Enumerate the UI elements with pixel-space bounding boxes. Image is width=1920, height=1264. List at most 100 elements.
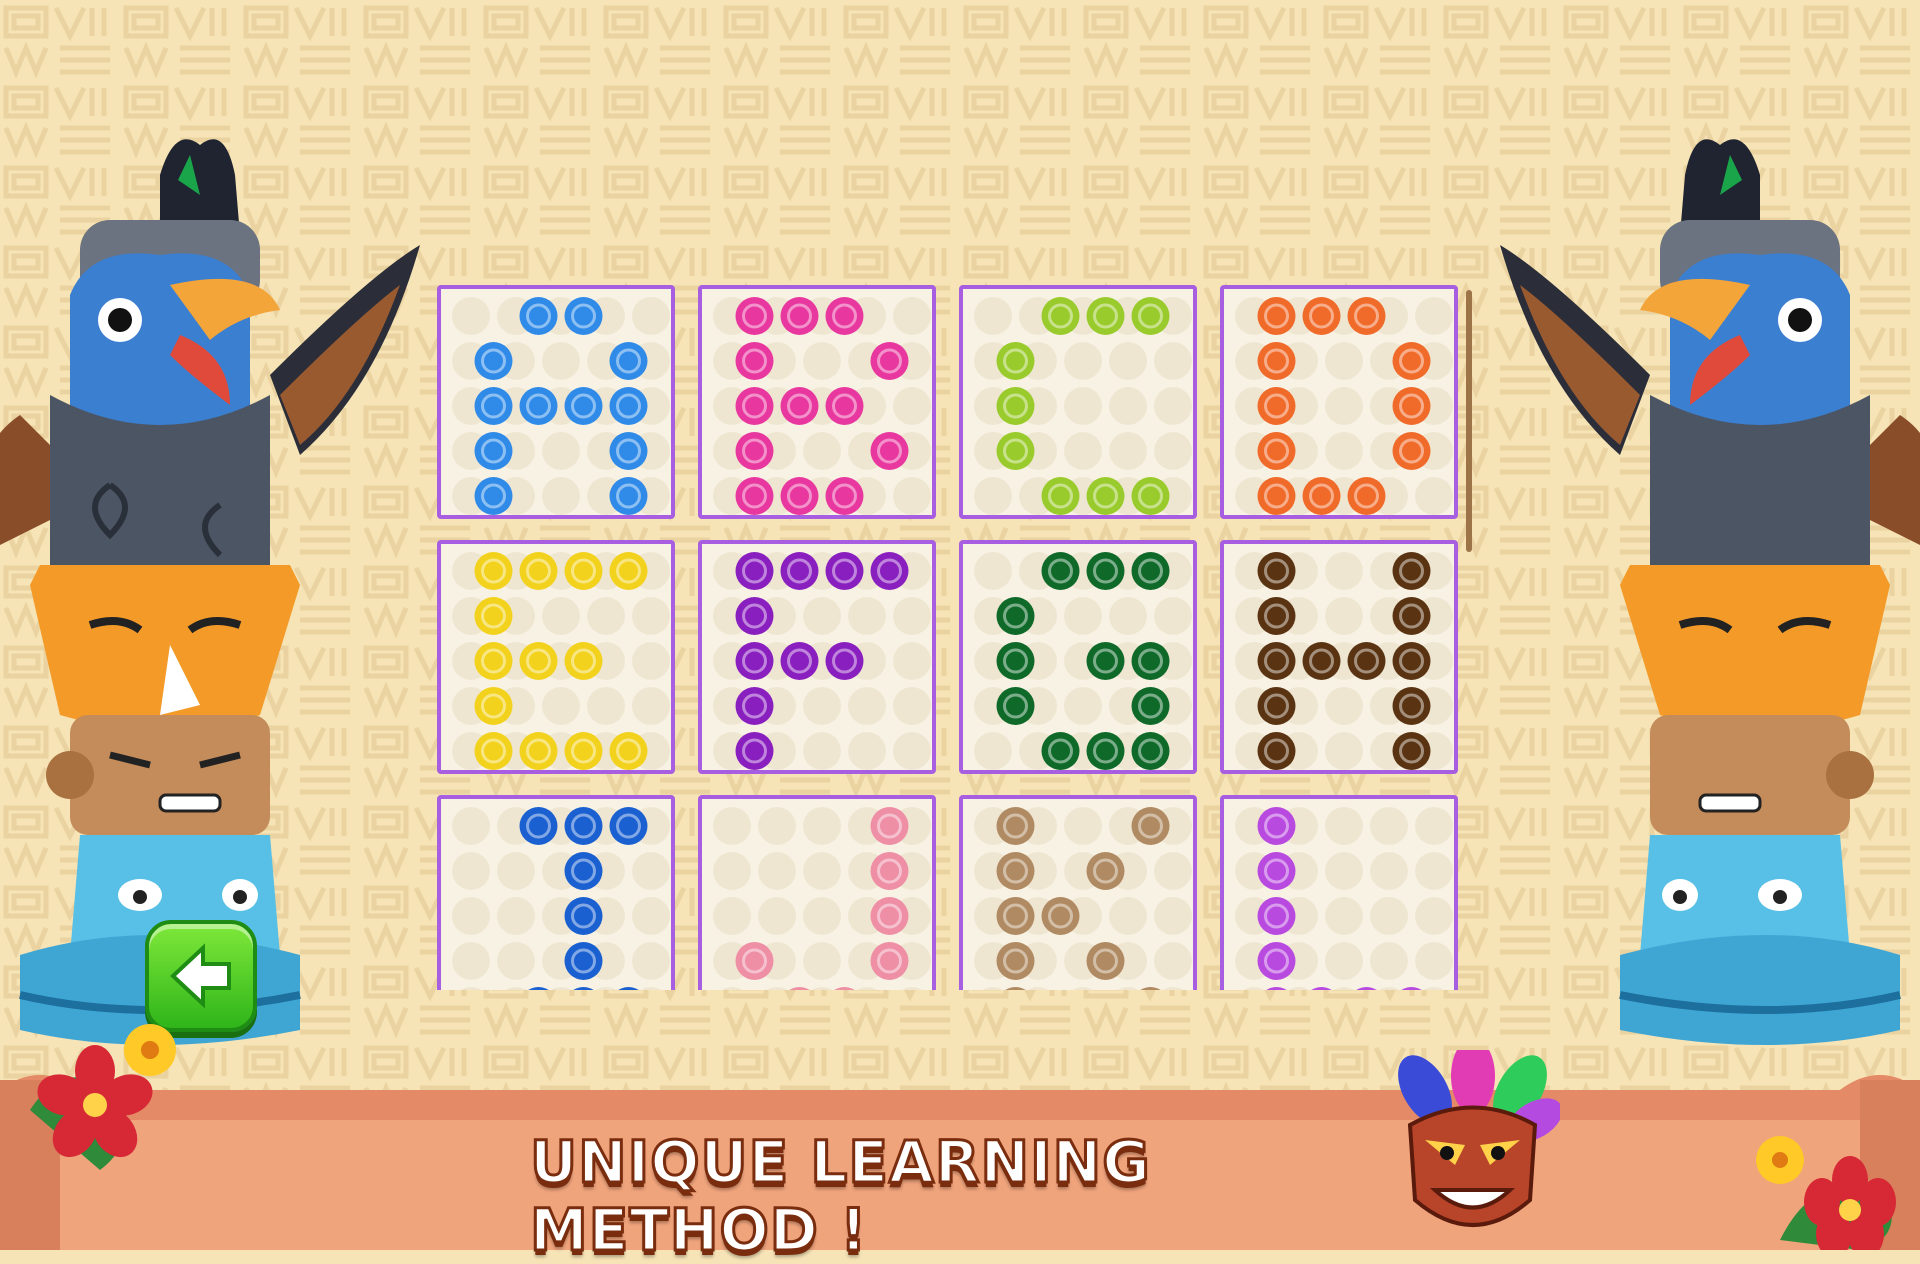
letter-dot — [1257, 597, 1296, 635]
letter-dot — [1131, 687, 1170, 725]
hibiscus-flower-icon — [1756, 1136, 1896, 1250]
letter-card-j[interactable] — [698, 795, 936, 990]
letter-dot — [564, 732, 603, 770]
letter-dot — [1131, 297, 1170, 335]
letter-dot — [1392, 342, 1431, 380]
letter-dot — [1257, 687, 1296, 725]
letter-card-h[interactable] — [1220, 540, 1458, 774]
letter-dot — [996, 687, 1035, 725]
letter-dot — [735, 477, 774, 515]
letter-dot — [735, 432, 774, 470]
letter-card-c[interactable] — [959, 285, 1197, 519]
letter-dot — [1257, 342, 1296, 380]
letter-dot — [1257, 387, 1296, 425]
letter-dot — [735, 552, 774, 590]
letter-dot — [519, 807, 558, 845]
letter-dot — [870, 942, 909, 980]
letter-dot — [735, 942, 774, 980]
letter-dot — [870, 897, 909, 935]
letter-dot — [1041, 897, 1080, 935]
letter-dot — [519, 642, 558, 680]
letter-dot — [780, 387, 819, 425]
letter-dot — [1257, 942, 1296, 980]
tiki-mask-icon — [1398, 1050, 1560, 1227]
letter-dot — [1347, 477, 1386, 515]
letter-dot — [474, 342, 513, 380]
letter-dot — [1086, 297, 1125, 335]
letter-dot — [474, 432, 513, 470]
letter-dot — [474, 387, 513, 425]
letter-dot — [825, 297, 864, 335]
letter-card-b[interactable] — [698, 285, 936, 519]
letter-dot — [1392, 732, 1431, 770]
letter-card-g[interactable] — [959, 540, 1197, 774]
letter-dot — [1131, 807, 1170, 845]
letter-dot — [735, 732, 774, 770]
letter-dot — [1041, 732, 1080, 770]
letter-dot — [609, 477, 648, 515]
letter-dot — [996, 897, 1035, 935]
letter-dot — [870, 342, 909, 380]
letter-card-k[interactable] — [959, 795, 1197, 990]
letter-card-i[interactable] — [437, 795, 675, 990]
letter-dot — [996, 642, 1035, 680]
letter-dot — [609, 432, 648, 470]
letter-dot — [1257, 732, 1296, 770]
letter-dot — [780, 297, 819, 335]
letter-dot — [996, 942, 1035, 980]
letter-dot — [474, 642, 513, 680]
letter-dot — [735, 642, 774, 680]
letter-dot — [474, 552, 513, 590]
grid-scrollbar[interactable] — [1466, 290, 1472, 552]
letter-card-e[interactable] — [437, 540, 675, 774]
banner-title: UNIQUE LEARNING METHOD ! — [529, 1127, 1152, 1264]
letter-dot — [825, 387, 864, 425]
letter-dot — [870, 852, 909, 890]
letter-dot — [564, 942, 603, 980]
letter-dot — [1086, 852, 1125, 890]
letter-dot — [825, 477, 864, 515]
letter-dot — [870, 552, 909, 590]
letter-dot — [564, 897, 603, 935]
letter-dot — [609, 342, 648, 380]
letter-dot — [1041, 477, 1080, 515]
letter-card-d[interactable] — [1220, 285, 1458, 519]
letter-card-grid[interactable] — [437, 285, 1473, 990]
letter-dot — [996, 387, 1035, 425]
letter-dot — [1392, 387, 1431, 425]
letter-dot — [564, 642, 603, 680]
letter-dot — [1392, 642, 1431, 680]
letter-dot — [519, 732, 558, 770]
letter-dot — [609, 387, 648, 425]
letter-dot — [1131, 477, 1170, 515]
letter-dot — [825, 552, 864, 590]
letter-dot — [735, 297, 774, 335]
letter-dot — [564, 852, 603, 890]
letter-dot — [564, 807, 603, 845]
letter-card-a[interactable] — [437, 285, 675, 519]
letter-dot — [474, 477, 513, 515]
letter-dot — [564, 297, 603, 335]
letter-card-f[interactable] — [698, 540, 936, 774]
letter-dot — [996, 342, 1035, 380]
letter-dot — [1257, 432, 1296, 470]
letter-dot — [1257, 477, 1296, 515]
letter-dot — [1041, 552, 1080, 590]
letter-dot — [1392, 687, 1431, 725]
letter-dot — [1086, 942, 1125, 980]
letter-dot — [474, 732, 513, 770]
letter-dot — [1257, 897, 1296, 935]
letter-dot — [1131, 642, 1170, 680]
brown-face-icon — [46, 715, 270, 835]
letter-card-l[interactable] — [1220, 795, 1458, 990]
letter-dot — [519, 297, 558, 335]
letter-dot — [1347, 642, 1386, 680]
letter-dot — [1302, 297, 1341, 335]
letter-dot — [996, 597, 1035, 635]
letter-dot — [519, 387, 558, 425]
letter-dot — [474, 597, 513, 635]
letter-dot — [780, 642, 819, 680]
letter-dot — [735, 387, 774, 425]
letter-dot — [474, 687, 513, 725]
letter-dot — [1257, 807, 1296, 845]
